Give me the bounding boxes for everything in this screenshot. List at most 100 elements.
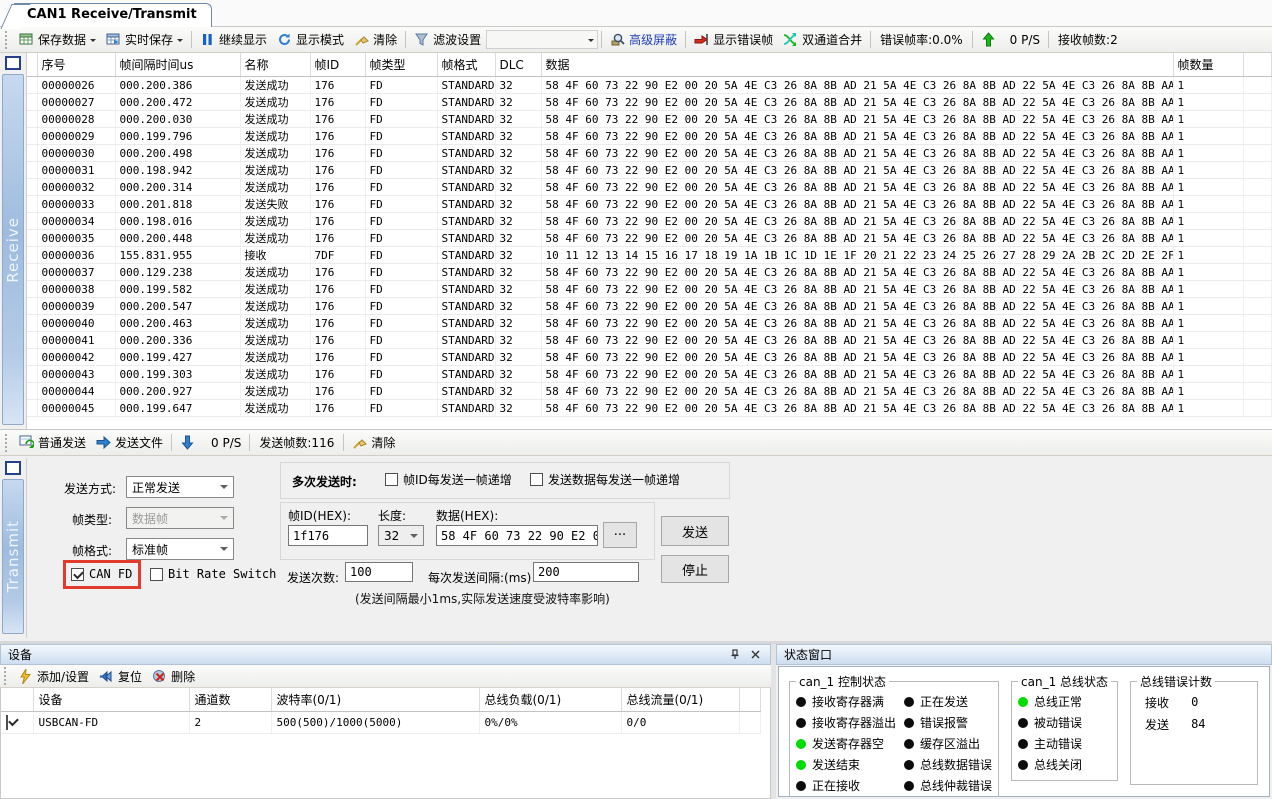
reset-button[interactable]: 复位 — [94, 666, 147, 687]
device-col-baudrate[interactable]: 波特率(0/1) — [271, 688, 479, 712]
table-row[interactable]: 00000032000.200.314发送成功176FDSTANDARD3258… — [27, 179, 1272, 196]
can-fd-checkbox[interactable]: CAN FD — [71, 567, 132, 581]
table-row[interactable]: 00000028000.200.030发送成功176FDSTANDARD3258… — [27, 111, 1272, 128]
receive-vertical-tab[interactable]: Receive — [2, 74, 24, 425]
transmit-vertical-tab-label: Transmit — [4, 520, 22, 592]
col-name[interactable]: 名称 — [240, 53, 310, 77]
col-data[interactable]: 数据 — [541, 53, 1173, 77]
table-row[interactable]: 00000040000.200.463发送成功176FDSTANDARD3258… — [27, 315, 1272, 332]
table-row[interactable]: 00000043000.199.303发送成功176FDSTANDARD3258… — [27, 366, 1272, 383]
device-col-name[interactable]: 设备 — [33, 688, 189, 712]
toolbar-grip[interactable] — [5, 434, 10, 452]
table-row[interactable]: 00000029000.199.796发送成功176FDSTANDARD3258… — [27, 128, 1272, 145]
stop-button[interactable]: 停止 — [661, 555, 729, 583]
normal-send-button[interactable]: 普通发送 — [14, 432, 91, 453]
realtime-save-button[interactable]: 实时保存 — [101, 29, 188, 50]
send-times-input[interactable]: 100 — [345, 562, 413, 582]
data-hex-input[interactable]: 58 4F 60 73 22 90 E2 00 2 — [436, 525, 598, 546]
data-more-button[interactable]: ··· — [603, 522, 637, 548]
table-row[interactable]: 00000033000.201.818发送失败176FDSTANDARD3258… — [27, 196, 1272, 213]
table-row[interactable]: 00000044000.200.927发送成功176FDSTANDARD3258… — [27, 383, 1272, 400]
can-fd-checkbox-box[interactable] — [71, 568, 84, 581]
bus-error-count-group: 总线错误计数 接收0发送84 — [1130, 673, 1258, 785]
filter-combobox[interactable] — [486, 30, 598, 49]
frame-format-select[interactable]: 标准帧 — [126, 538, 234, 560]
transmit-clear-button[interactable]: 清除 — [347, 432, 400, 453]
table-row[interactable]: 00000042000.199.427发送成功176FDSTANDARD3258… — [27, 349, 1272, 366]
col-frame-format[interactable]: 帧格式 — [437, 53, 495, 77]
close-icon[interactable] — [748, 647, 763, 662]
led-off-icon — [796, 781, 806, 791]
col-frame-type[interactable]: 帧类型 — [365, 53, 437, 77]
reset-label: 复位 — [118, 668, 142, 685]
table-row[interactable]: 00000041000.200.336发送成功176FDSTANDARD3258… — [27, 332, 1272, 349]
receive-panel-icon[interactable] — [5, 56, 21, 70]
table-row[interactable]: 00000039000.200.547发送成功176FDSTANDARD3258… — [27, 298, 1272, 315]
inc-frame-id-checkbox[interactable]: 帧ID每发送一帧递增 — [385, 471, 512, 488]
status-led-item: 总线关闭 — [1018, 754, 1111, 775]
inc-data-checkbox[interactable]: 发送数据每发送一帧递增 — [530, 471, 680, 488]
add-setup-button[interactable]: 添加/设置 — [13, 666, 94, 687]
col-interval[interactable]: 帧间隔时间us — [115, 53, 240, 77]
transmit-toolbar: 普通发送 发送文件 0 P/S 发送帧数:116 清除 — [0, 430, 1272, 456]
dual-channel-merge-button[interactable]: 双通道合并 — [778, 29, 867, 50]
col-filler — [1243, 53, 1272, 77]
realtime-save-dropdown-icon[interactable] — [177, 39, 183, 45]
bit-rate-switch-checkbox-box[interactable] — [150, 568, 163, 581]
bit-rate-switch-label: Bit Rate Switch — [168, 567, 276, 581]
led-off-icon — [1018, 718, 1028, 728]
col-frame-count[interactable]: 帧数量 — [1173, 53, 1243, 77]
tab-can1-receive-transmit[interactable]: CAN1 Receive/Transmit — [14, 3, 212, 27]
send-interval-input[interactable]: 200 — [533, 562, 639, 582]
status-content: can_1 控制状态 接收寄存器满接收寄存器溢出发送寄存器空发送结束正在接收 正… — [778, 666, 1270, 797]
device-col-channels[interactable]: 通道数 — [189, 688, 271, 712]
table-row[interactable]: 00000045000.199.647发送成功176FDSTANDARD3258… — [27, 400, 1272, 417]
inc-data-checkbox-box[interactable] — [530, 473, 543, 486]
col-dlc[interactable]: DLC — [495, 53, 541, 77]
toolbar-grip[interactable] — [4, 667, 9, 685]
length-select[interactable]: 32 — [378, 525, 424, 546]
table-row[interactable]: 00000038000.199.582发送成功176FDSTANDARD3258… — [27, 281, 1272, 298]
frame-id-input[interactable]: 1f176 — [288, 525, 368, 546]
table-row[interactable]: 00000034000.198.016发送成功176FDSTANDARD3258… — [27, 213, 1272, 230]
send-file-label: 发送文件 — [115, 434, 163, 451]
toolbar-grip[interactable] — [5, 31, 10, 49]
send-mode-select[interactable]: 正常发送 — [126, 476, 234, 498]
table-row[interactable]: 00000035000.200.448发送成功176FDSTANDARD3258… — [27, 230, 1272, 247]
table-row[interactable]: 00000031000.198.942发送成功176FDSTANDARD3258… — [27, 162, 1272, 179]
col-frame-id[interactable]: 帧ID — [310, 53, 365, 77]
continue-display-button[interactable]: 继续显示 — [195, 29, 272, 50]
transmit-panel-icon[interactable] — [5, 461, 21, 475]
clear-button[interactable]: 清除 — [349, 29, 402, 50]
bit-rate-switch-checkbox[interactable]: Bit Rate Switch — [150, 567, 276, 581]
continue-display-label: 继续显示 — [219, 31, 267, 48]
device-row[interactable]: USBCAN-FD 2 500(500)/1000(5000) 0%/0% 0/… — [1, 712, 761, 734]
filter-settings-button[interactable]: 滤波设置 — [409, 29, 486, 50]
device-row-checkbox[interactable] — [6, 715, 8, 730]
save-data-dropdown-icon[interactable] — [90, 39, 96, 45]
device-col-busload[interactable]: 总线负载(0/1) — [479, 688, 621, 712]
inc-frame-id-checkbox-box[interactable] — [385, 473, 398, 486]
table-row[interactable]: 00000037000.129.238发送成功176FDSTANDARD3258… — [27, 264, 1272, 281]
col-seq[interactable]: 序号 — [37, 53, 115, 77]
show-error-frames-button[interactable]: 显示错误帧 — [689, 29, 778, 50]
table-row[interactable]: 00000030000.200.498发送成功176FDSTANDARD3258… — [27, 145, 1272, 162]
frame-type-label: 帧类型: — [72, 511, 112, 528]
table-row[interactable]: 00000027000.200.472发送成功176FDSTANDARD3258… — [27, 94, 1272, 111]
send-button[interactable]: 发送 — [661, 516, 729, 546]
data-hex-label: 数据(HEX): — [436, 507, 498, 524]
send-file-button[interactable]: 发送文件 — [91, 432, 168, 453]
table-row[interactable]: 00000036155.831.955接收7DFFDSTANDARD3210 1… — [27, 247, 1272, 264]
table-row[interactable]: 00000026000.200.386发送成功176FDSTANDARD3258… — [27, 77, 1272, 94]
pin-icon[interactable] — [727, 647, 742, 662]
display-mode-button[interactable]: 显示模式 — [272, 29, 349, 50]
filter-combobox-arrow-icon — [588, 39, 594, 45]
transmit-vertical-tab[interactable]: Transmit — [2, 479, 24, 634]
error-frame-rate: 错误帧率:0.0% — [874, 29, 969, 50]
device-col-check — [1, 688, 33, 712]
device-col-busflow[interactable]: 总线流量(0/1) — [621, 688, 739, 712]
advanced-mask-button[interactable]: 高级屏蔽 — [605, 29, 682, 50]
save-data-button[interactable]: 保存数据 — [14, 29, 101, 50]
frame-type-select[interactable]: 数据帧 — [126, 507, 234, 529]
delete-button[interactable]: 删除 — [147, 666, 200, 687]
